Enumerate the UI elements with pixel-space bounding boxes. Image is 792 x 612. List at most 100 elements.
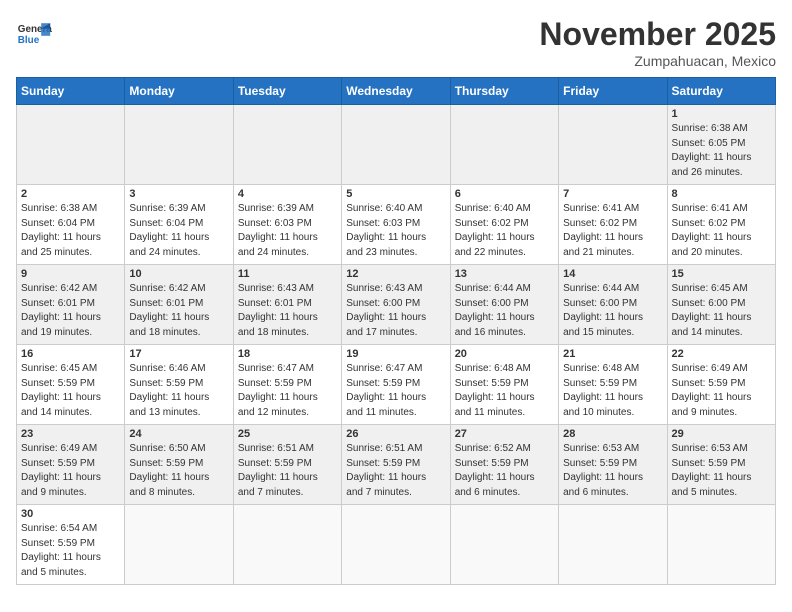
calendar-cell: 28 Sunrise: 6:53 AMSunset: 5:59 PMDayligh… [559, 425, 667, 505]
day-info: Sunrise: 6:54 AMSunset: 5:59 PMDaylight:… [21, 522, 120, 580]
calendar-cell [233, 505, 341, 585]
day-info: Sunrise: 6:45 AMSunset: 6:00 PMDaylight:… [672, 282, 771, 340]
weekday-header: Sunday [17, 78, 125, 105]
day-number: 20 [455, 348, 554, 360]
day-info: Sunrise: 6:51 AMSunset: 5:59 PMDaylight:… [346, 442, 445, 500]
day-info: Sunrise: 6:41 AMSunset: 6:02 PMDaylight:… [563, 202, 662, 260]
day-info: Sunrise: 6:41 AMSunset: 6:02 PMDaylight:… [672, 202, 771, 260]
day-number: 11 [238, 268, 337, 280]
day-info: Sunrise: 6:50 AMSunset: 5:59 PMDaylight:… [129, 442, 228, 500]
calendar-cell [450, 105, 558, 185]
day-number: 4 [238, 188, 337, 200]
weekday-header: Friday [559, 78, 667, 105]
calendar-cell: 20Sunrise: 6:48 AMSunset: 5:59 PMDayligh… [450, 345, 558, 425]
day-number: 1 [672, 108, 771, 120]
day-number: 9 [21, 268, 120, 280]
calendar-cell: 14Sunrise: 6:44 AMSunset: 6:00 PMDayligh… [559, 265, 667, 345]
weekday-header: Monday [125, 78, 233, 105]
calendar-cell: 9 Sunrise: 6:42 AMSunset: 6:01 PMDaylight… [17, 265, 125, 345]
day-info: Sunrise: 6:43 AMSunset: 6:00 PMDaylight:… [346, 282, 445, 340]
calendar-cell: 23 Sunrise: 6:49 AMSunset: 5:59 PMDayligh… [17, 425, 125, 505]
calendar-cell [17, 105, 125, 185]
day-info: Sunrise: 6:40 AMSunset: 6:03 PMDaylight:… [346, 202, 445, 260]
calendar-cell: 25 Sunrise: 6:51 AMSunset: 5:59 PMDayligh… [233, 425, 341, 505]
day-number: 7 [563, 188, 662, 200]
day-number: 27 [455, 428, 554, 440]
day-info: Sunrise: 6:39 AMSunset: 6:03 PMDaylight:… [238, 202, 337, 260]
day-number: 30 [21, 508, 120, 520]
calendar-cell: 11 Sunrise: 6:43 AMSunset: 6:01 PMDayligh… [233, 265, 341, 345]
day-info: Sunrise: 6:53 AMSunset: 5:59 PMDaylight:… [672, 442, 771, 500]
day-info: Sunrise: 6:44 AMSunset: 6:00 PMDaylight:… [455, 282, 554, 340]
day-number: 8 [672, 188, 771, 200]
calendar-cell: 29Sunrise: 6:53 AMSunset: 5:59 PMDayligh… [667, 425, 775, 505]
calendar-cell [233, 105, 341, 185]
day-info: Sunrise: 6:49 AMSunset: 5:59 PMDaylight:… [21, 442, 120, 500]
weekday-header: Saturday [667, 78, 775, 105]
calendar-cell: 8 Sunrise: 6:41 AMSunset: 6:02 PMDaylight… [667, 185, 775, 265]
calendar-cell: 1 Sunrise: 6:38 AMSunset: 6:05 PMDaylight… [667, 105, 775, 185]
day-number: 12 [346, 268, 445, 280]
day-info: Sunrise: 6:47 AMSunset: 5:59 PMDaylight:… [346, 362, 445, 420]
day-number: 6 [455, 188, 554, 200]
day-number: 3 [129, 188, 228, 200]
day-info: Sunrise: 6:43 AMSunset: 6:01 PMDaylight:… [238, 282, 337, 340]
day-info: Sunrise: 6:38 AMSunset: 6:05 PMDaylight:… [672, 122, 771, 180]
day-info: Sunrise: 6:51 AMSunset: 5:59 PMDaylight:… [238, 442, 337, 500]
calendar-cell: 16 Sunrise: 6:45 AMSunset: 5:59 PMDayligh… [17, 345, 125, 425]
calendar-cell: 27 Sunrise: 6:52 AMSunset: 5:59 PMDayligh… [450, 425, 558, 505]
logo-icon: General Blue [16, 16, 52, 52]
day-number: 22 [672, 348, 771, 360]
calendar-cell: 4 Sunrise: 6:39 AMSunset: 6:03 PMDaylight… [233, 185, 341, 265]
day-info: Sunrise: 6:45 AMSunset: 5:59 PMDaylight:… [21, 362, 120, 420]
day-number: 19 [346, 348, 445, 360]
calendar-cell: 30 Sunrise: 6:54 AMSunset: 5:59 PMDayligh… [17, 505, 125, 585]
day-number: 17 [129, 348, 228, 360]
calendar-cell [559, 505, 667, 585]
calendar-cell [125, 505, 233, 585]
calendar-cell: 17Sunrise: 6:46 AMSunset: 5:59 PMDayligh… [125, 345, 233, 425]
weekday-header: Thursday [450, 78, 558, 105]
day-number: 13 [455, 268, 554, 280]
day-number: 2 [21, 188, 120, 200]
day-info: Sunrise: 6:47 AMSunset: 5:59 PMDaylight:… [238, 362, 337, 420]
day-info: Sunrise: 6:44 AMSunset: 6:00 PMDaylight:… [563, 282, 662, 340]
calendar-cell: 13 Sunrise: 6:44 AMSunset: 6:00 PMDayligh… [450, 265, 558, 345]
month-title: November 2025 [539, 16, 776, 53]
calendar-table: SundayMondayTuesdayWednesdayThursdayFrid… [16, 77, 776, 585]
calendar-cell [125, 105, 233, 185]
calendar-cell: 2Sunrise: 6:38 AMSunset: 6:04 PMDaylight… [17, 185, 125, 265]
day-info: Sunrise: 6:40 AMSunset: 6:02 PMDaylight:… [455, 202, 554, 260]
day-number: 15 [672, 268, 771, 280]
calendar-cell [667, 505, 775, 585]
day-info: Sunrise: 6:42 AMSunset: 6:01 PMDaylight:… [21, 282, 120, 340]
calendar-cell: 22Sunrise: 6:49 AMSunset: 5:59 PMDayligh… [667, 345, 775, 425]
calendar-cell: 12 Sunrise: 6:43 AMSunset: 6:00 PMDayligh… [342, 265, 450, 345]
calendar-cell: 24 Sunrise: 6:50 AMSunset: 5:59 PMDayligh… [125, 425, 233, 505]
calendar-cell: 6 Sunrise: 6:40 AMSunset: 6:02 PMDaylight… [450, 185, 558, 265]
day-number: 23 [21, 428, 120, 440]
calendar-cell: 21Sunrise: 6:48 AMSunset: 5:59 PMDayligh… [559, 345, 667, 425]
calendar-cell: 18 Sunrise: 6:47 AMSunset: 5:59 PMDayligh… [233, 345, 341, 425]
day-number: 24 [129, 428, 228, 440]
day-number: 25 [238, 428, 337, 440]
calendar-cell: 26 Sunrise: 6:51 AMSunset: 5:59 PMDayligh… [342, 425, 450, 505]
calendar-cell: 3Sunrise: 6:39 AMSunset: 6:04 PMDaylight… [125, 185, 233, 265]
location: Zumpahuacan, Mexico [539, 53, 776, 69]
day-number: 26 [346, 428, 445, 440]
day-info: Sunrise: 6:52 AMSunset: 5:59 PMDaylight:… [455, 442, 554, 500]
calendar-cell [342, 505, 450, 585]
day-number: 18 [238, 348, 337, 360]
weekday-header: Tuesday [233, 78, 341, 105]
calendar-cell: 15 Sunrise: 6:45 AMSunset: 6:00 PMDayligh… [667, 265, 775, 345]
title-block: November 2025 Zumpahuacan, Mexico [539, 16, 776, 69]
day-info: Sunrise: 6:53 AMSunset: 5:59 PMDaylight:… [563, 442, 662, 500]
calendar-cell: 5Sunrise: 6:40 AMSunset: 6:03 PMDaylight… [342, 185, 450, 265]
day-number: 16 [21, 348, 120, 360]
page-header: General Blue November 2025 Zumpahuacan, … [16, 16, 776, 69]
calendar-cell: 19 Sunrise: 6:47 AMSunset: 5:59 PMDayligh… [342, 345, 450, 425]
svg-text:Blue: Blue [18, 35, 40, 46]
calendar-cell: 10Sunrise: 6:42 AMSunset: 6:01 PMDayligh… [125, 265, 233, 345]
calendar-cell: 7 Sunrise: 6:41 AMSunset: 6:02 PMDaylight… [559, 185, 667, 265]
day-number: 28 [563, 428, 662, 440]
